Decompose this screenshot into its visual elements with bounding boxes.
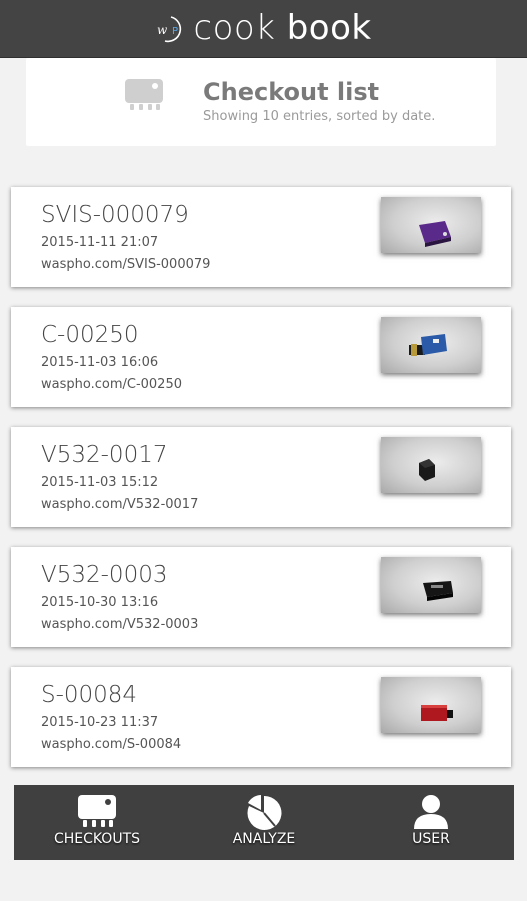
device-photo (421, 705, 453, 721)
entry-url[interactable]: waspho.com/S-00084 (41, 737, 181, 752)
pie-chart-icon (247, 795, 282, 830)
entry-thumbnail (381, 317, 481, 373)
app-title-part1: cook (193, 7, 276, 48)
device-photo (409, 334, 447, 356)
entry-thumbnail (381, 557, 481, 613)
app-title-part2: book (286, 7, 372, 48)
device-photo (419, 221, 451, 247)
device-photo (419, 459, 435, 481)
svg-text:w: w (157, 23, 168, 37)
entry-url[interactable]: waspho.com/V532-0017 (41, 497, 198, 512)
checkout-list-header: Checkout list Showing 10 entries, sorted… (26, 58, 496, 146)
nav-analyze-label: ANALYZE (232, 831, 296, 847)
page-title: Checkout list (203, 78, 380, 106)
checkout-entry[interactable]: S-00084 2015-10-23 11:37 waspho.com/S-00… (11, 667, 511, 767)
entry-code: S-00084 (41, 682, 138, 708)
checkout-entry[interactable]: C-00250 2015-11-03 16:06 waspho.com/C-00… (11, 307, 511, 407)
entry-datetime: 2015-11-03 16:06 (41, 355, 159, 370)
user-icon (414, 795, 448, 829)
page-subtitle: Showing 10 entries, sorted by date. (203, 109, 436, 124)
app-header: w P cook book (0, 0, 527, 58)
nav-analyze[interactable]: ANALYZE (181, 785, 347, 860)
wp-logo-icon: w P (157, 15, 182, 42)
nav-user[interactable]: USER (348, 785, 514, 860)
checkout-entry[interactable]: V532-0017 2015-11-03 15:12 waspho.com/V5… (11, 427, 511, 527)
nav-checkouts-label: CHECKOUTS (53, 831, 141, 847)
entry-code: C-00250 (41, 322, 139, 348)
nav-user-label: USER (412, 831, 450, 847)
entry-thumbnail (381, 197, 481, 253)
entry-url[interactable]: waspho.com/SVIS-000079 (41, 257, 210, 272)
app-title: cook book (193, 11, 371, 45)
device-photo (423, 581, 453, 601)
entry-url[interactable]: waspho.com/V532-0003 (41, 617, 198, 632)
entry-code: V532-0003 (41, 562, 168, 588)
entry-datetime: 2015-10-30 13:16 (41, 595, 159, 610)
entry-code: SVIS-000079 (41, 202, 189, 228)
entry-code: V532-0017 (41, 442, 168, 468)
entry-datetime: 2015-11-03 15:12 (41, 475, 159, 490)
entry-thumbnail (381, 437, 481, 493)
checkout-entry[interactable]: SVIS-000079 2015-11-11 21:07 waspho.com/… (11, 187, 511, 287)
entry-datetime: 2015-11-11 21:07 (41, 235, 159, 250)
entry-url[interactable]: waspho.com/C-00250 (41, 377, 182, 392)
svg-text:P: P (172, 26, 178, 37)
nav-checkouts[interactable]: CHECKOUTS (14, 785, 180, 860)
entry-datetime: 2015-10-23 11:37 (41, 715, 159, 730)
bottom-navigation: CHECKOUTS ANALYZE USER (14, 785, 514, 860)
checkout-entry[interactable]: V532-0003 2015-10-30 13:16 waspho.com/V5… (11, 547, 511, 647)
entry-thumbnail (381, 677, 481, 733)
device-icon (78, 795, 116, 827)
device-icon (125, 79, 163, 110)
